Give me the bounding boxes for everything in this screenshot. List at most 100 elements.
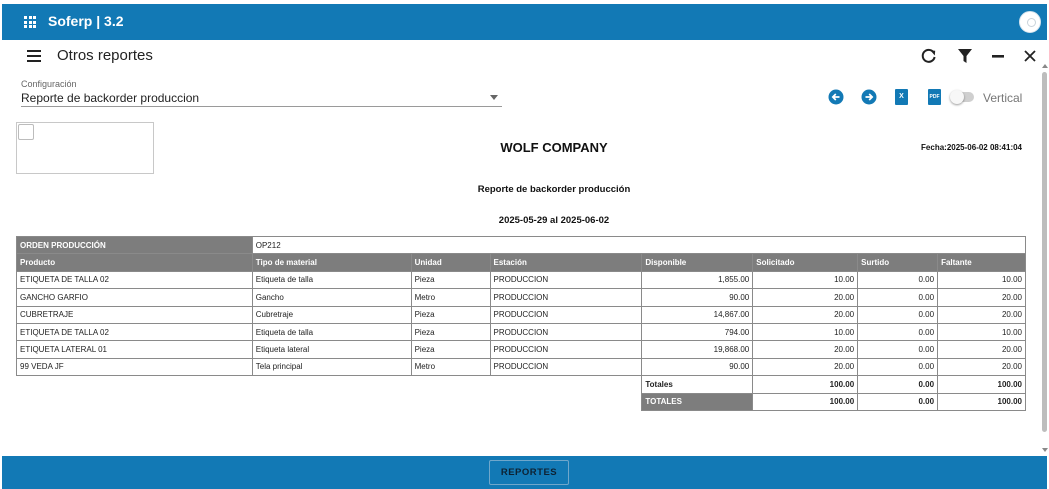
totals-row: Totales 100.00 0.00 100.00 <box>17 375 1026 394</box>
blank-cell <box>17 393 642 410</box>
table-cell: 0.00 <box>857 270 939 290</box>
column-header: Solicitado <box>752 253 859 272</box>
table-cell: GANCHO GARFIO <box>16 288 253 307</box>
pdf-export-icon[interactable]: PDF <box>928 89 941 105</box>
config-select[interactable]: Reporte de backorder produccion <box>21 89 502 107</box>
totals-surtido: 0.00 <box>857 375 939 394</box>
menu-icon[interactable] <box>27 50 41 62</box>
table-cell: 90.00 <box>641 357 754 377</box>
report-date: Fecha:2025-06-02 08:41:04 <box>921 143 1022 152</box>
table-cell: PRODUCCION <box>489 357 643 377</box>
table-cell: ETIQUETA DE TALLA 02 <box>16 270 253 290</box>
orientation-label: Vertical <box>983 91 1023 105</box>
table-cell: 20.00 <box>937 340 1026 359</box>
table-cell: Tela principal <box>251 357 412 377</box>
table-cell: 99 VEDA JF <box>16 357 253 377</box>
table-cell: ETIQUETA DE TALLA 02 <box>16 322 253 342</box>
table-cell: 10.00 <box>752 322 859 342</box>
totals-label: TOTALES <box>641 392 754 411</box>
grand-totals-row: TOTALES 100.00 0.00 100.00 <box>17 392 1026 411</box>
bottom-bar: REPORTES <box>2 456 1047 489</box>
chevron-down-icon <box>490 95 498 100</box>
table-cell: 1,855.00 <box>641 270 754 290</box>
table-cell: Pieza <box>410 340 491 359</box>
table-cell: 90.00 <box>641 288 754 307</box>
table-cell: Pieza <box>410 270 491 290</box>
totals-surtido: 0.00 <box>857 392 939 411</box>
table-cell: Etiqueta de talla <box>251 270 412 290</box>
table-cell: Cubretraje <box>251 305 412 324</box>
order-row: ORDEN PRODUCCIÓN OP212 <box>16 235 1027 255</box>
company-logo <box>16 122 154 174</box>
report-title: Reporte de backorder producción <box>477 184 631 195</box>
table-cell: 0.00 <box>857 340 939 359</box>
table-row: ETIQUETA DE TALLA 02 Etiqueta de talla Pie… <box>16 322 1026 342</box>
table-row: 99 VEDA JF Tela principal Metro PRODUCCION 9… <box>16 357 1026 377</box>
table-cell: 0.00 <box>857 305 939 324</box>
order-label: ORDEN PRODUCCIÓN <box>16 235 253 255</box>
refresh-icon[interactable] <box>920 47 938 65</box>
table-cell: 10.00 <box>752 270 859 290</box>
table-cell: Etiqueta lateral <box>251 340 412 359</box>
table-cell: 10.00 <box>937 322 1026 342</box>
table-cell: CUBRETRAJE <box>16 305 253 324</box>
table-row: CUBRETRAJE Cubretraje Pieza PRODUCCION 14,86… <box>16 305 1026 324</box>
scroll-up-icon[interactable] <box>1042 64 1048 68</box>
totals-solicitado: 100.00 <box>752 375 859 394</box>
table-cell: PRODUCCION <box>489 288 643 307</box>
report-date-range: 2025-05-29 al 2025-06-02 <box>498 215 610 226</box>
app-title: Soferp | 3.2 <box>48 13 124 29</box>
excel-export-icon[interactable]: X <box>895 89 908 105</box>
column-header: Disponible <box>641 253 754 272</box>
column-header: Estación <box>489 253 643 272</box>
blank-cell <box>17 376 642 393</box>
column-header: Unidad <box>410 253 491 272</box>
scrollbar-thumb[interactable] <box>1042 72 1047 432</box>
table-cell: 20.00 <box>752 340 859 359</box>
order-value: OP212 <box>251 235 1027 255</box>
app-bar: Soferp | 3.2 <box>2 4 1047 40</box>
table-cell: 20.00 <box>752 288 859 307</box>
close-icon[interactable] <box>1021 47 1039 65</box>
arrow-right-icon[interactable] <box>861 89 877 105</box>
user-avatar[interactable] <box>1019 11 1041 33</box>
toggle-knob <box>950 90 964 104</box>
totals-solicitado: 100.00 <box>752 392 859 411</box>
table-cell: 19,868.00 <box>641 340 754 359</box>
table-cell: Metro <box>410 288 491 307</box>
totals-faltante: 100.00 <box>937 375 1026 394</box>
vertical-scrollbar[interactable] <box>1040 64 1049 456</box>
table-cell: 10.00 <box>937 270 1026 290</box>
filter-icon[interactable] <box>956 47 974 65</box>
arrow-left-icon[interactable] <box>828 89 844 105</box>
config-label: Configuración <box>21 79 77 89</box>
table-cell: 20.00 <box>752 357 859 377</box>
table-cell: ETIQUETA LATERAL 01 <box>16 340 253 359</box>
table-cell: 20.00 <box>752 305 859 324</box>
table-cell: Pieza <box>410 322 491 342</box>
scroll-down-icon[interactable] <box>1042 448 1048 452</box>
table-cell: 0.00 <box>857 288 939 307</box>
table-cell: 0.00 <box>857 357 939 377</box>
report-table: ORDEN PRODUCCIÓN OP212 Producto Tipo de … <box>16 235 1027 411</box>
table-cell: Gancho <box>251 288 412 307</box>
table-row: GANCHO GARFIO Gancho Metro PRODUCCION 90.00 2… <box>16 288 1026 307</box>
table-cell: 14,867.00 <box>641 305 754 324</box>
column-header: Surtido <box>857 253 939 272</box>
table-cell: Etiqueta de talla <box>251 322 412 342</box>
table-cell: 794.00 <box>641 322 754 342</box>
table-cell: PRODUCCION <box>489 322 643 342</box>
table-cell: PRODUCCION <box>489 305 643 324</box>
minimize-icon[interactable] <box>989 47 1007 65</box>
table-cell: Metro <box>410 357 491 377</box>
table-cell: 20.00 <box>937 357 1026 377</box>
reports-button[interactable]: REPORTES <box>489 460 569 485</box>
apps-grid-icon[interactable] <box>24 16 36 28</box>
table-cell: PRODUCCION <box>489 340 643 359</box>
column-header: Faltante <box>937 253 1026 272</box>
totals-label: Totales <box>641 375 754 394</box>
table-cell: 20.00 <box>937 288 1026 307</box>
orientation-toggle[interactable] <box>950 90 974 104</box>
table-cell: Pieza <box>410 305 491 324</box>
company-name: WOLF COMPANY <box>500 140 608 155</box>
